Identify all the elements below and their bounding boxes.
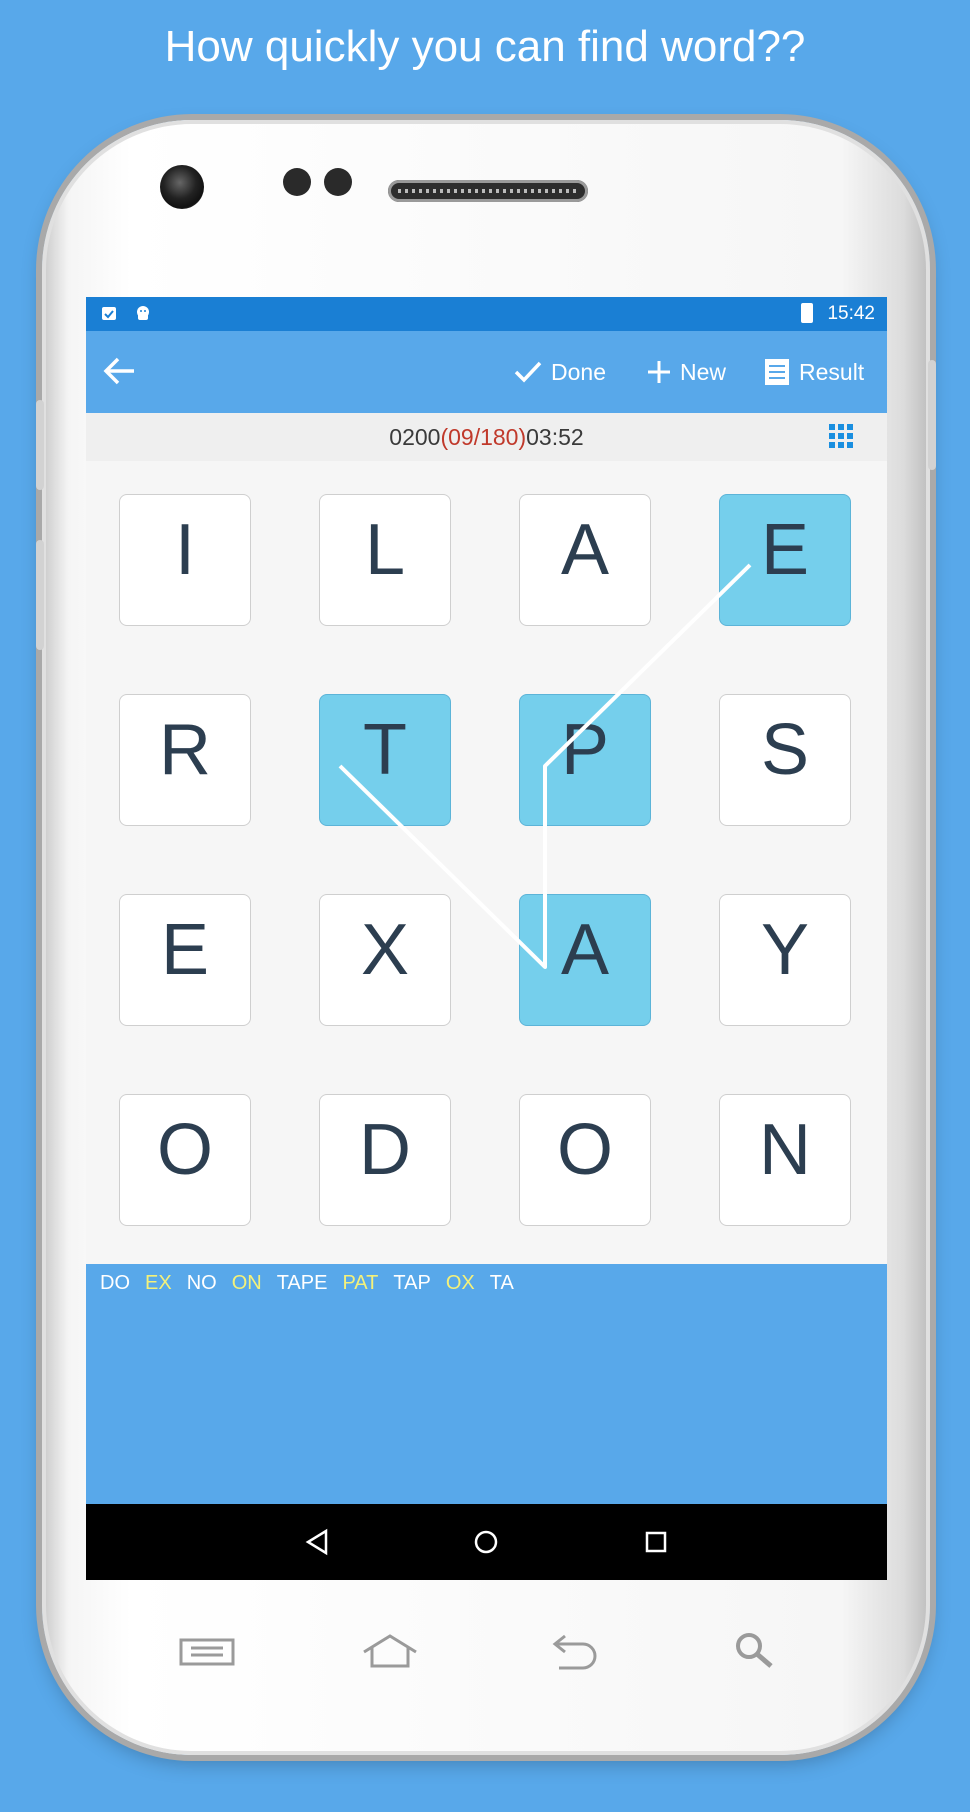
check-icon <box>514 361 542 383</box>
tile-letter: S <box>760 710 810 790</box>
arrow-left-icon[interactable] <box>100 351 140 391</box>
tile-letter: L <box>364 510 406 590</box>
letter-tile[interactable]: N <box>719 1094 851 1226</box>
android-icon <box>137 306 149 320</box>
score-bar: 0200(09/180)03:52 <box>86 413 887 461</box>
back-icon[interactable] <box>543 1630 603 1670</box>
tile-letter: R <box>159 710 211 790</box>
new-button[interactable]: New <box>646 353 726 391</box>
letter-tile[interactable]: X <box>319 894 451 1026</box>
letter-tile[interactable]: O <box>119 1094 251 1226</box>
sensor-dot <box>324 168 352 196</box>
found-word[interactable]: NO <box>187 1272 217 1295</box>
tile-letter: P <box>560 710 610 790</box>
tile-letter: E <box>760 510 810 590</box>
earpiece-speaker <box>388 180 588 202</box>
front-camera <box>160 165 204 209</box>
tile-letter: E <box>160 910 210 990</box>
found-word[interactable]: TAPE <box>277 1272 328 1295</box>
grid-icon[interactable] <box>827 422 855 450</box>
letter-board: I L A E R T P S E X A Y O D O N <box>86 461 887 1264</box>
side-button-right <box>928 360 936 470</box>
result-label: Result <box>799 358 865 385</box>
menu-icon[interactable] <box>177 1630 237 1670</box>
letter-tile[interactable]: A <box>519 894 651 1026</box>
tile-letter: O <box>156 1110 213 1190</box>
letter-tile[interactable]: I <box>119 494 251 626</box>
tile-letter: O <box>556 1110 613 1190</box>
battery-charging-icon <box>801 303 813 323</box>
letter-tile[interactable]: T <box>319 694 451 826</box>
timer-value: 03:52 <box>526 424 584 450</box>
letter-tile[interactable]: E <box>119 894 251 1026</box>
letter-tile[interactable]: A <box>519 494 651 626</box>
tile-letter: N <box>759 1110 811 1190</box>
app-toolbar: Done New Result <box>86 331 887 413</box>
receipt-icon <box>765 359 789 385</box>
found-word[interactable]: EX <box>145 1272 172 1295</box>
home-circle-icon[interactable] <box>470 1526 502 1558</box>
volume-button <box>36 400 44 490</box>
done-label: Done <box>551 358 606 385</box>
found-words-panel: DO EX NO ON TAPE PAT TAP OX TA <box>86 1264 887 1504</box>
clipboard-check-icon <box>102 307 116 320</box>
tile-letter: Y <box>760 910 810 990</box>
found-word[interactable]: OX <box>446 1272 475 1295</box>
headline: How quickly you can find word?? <box>164 22 806 71</box>
found-words-list: DO EX NO ON TAPE PAT TAP OX TA <box>100 1272 514 1295</box>
done-button[interactable]: Done <box>513 353 606 391</box>
letter-tile[interactable]: L <box>319 494 451 626</box>
found-word[interactable]: TAP <box>393 1272 430 1295</box>
power-button <box>36 540 44 650</box>
found-word[interactable]: TA <box>490 1272 514 1295</box>
letter-tile[interactable]: E <box>719 494 851 626</box>
letter-tile[interactable]: P <box>519 694 651 826</box>
found-count: (09/180) <box>440 424 527 450</box>
tile-letter: D <box>359 1110 411 1190</box>
status-time: 15:42 <box>827 303 875 324</box>
status-bar: 15:42 <box>86 297 887 331</box>
letter-tile[interactable]: O <box>519 1094 651 1226</box>
letter-tile[interactable]: S <box>719 694 851 826</box>
tile-letter: X <box>360 910 410 990</box>
letter-tile[interactable]: Y <box>719 894 851 1026</box>
tile-letter: I <box>174 510 195 590</box>
plus-icon <box>648 361 670 383</box>
tile-letter: A <box>560 510 610 590</box>
tile-letter: A <box>560 910 610 990</box>
found-word[interactable]: ON <box>232 1272 262 1295</box>
result-button[interactable]: Result <box>763 353 864 391</box>
back-triangle-icon[interactable] <box>302 1526 334 1558</box>
android-nav-bar <box>86 1504 887 1580</box>
recents-square-icon[interactable] <box>640 1526 672 1558</box>
search-icon[interactable] <box>725 1630 785 1670</box>
score-value: 0200 <box>389 424 441 450</box>
sensor-dot <box>283 168 311 196</box>
letter-tile[interactable]: D <box>319 1094 451 1226</box>
home-icon[interactable] <box>360 1630 420 1670</box>
tile-letter: T <box>363 710 407 790</box>
found-word[interactable]: PAT <box>342 1272 378 1295</box>
phone-screen: 15:42 Done New Result 0200(09/180)03:52 … <box>86 297 887 1580</box>
new-label: New <box>680 358 727 385</box>
letter-tile[interactable]: R <box>119 694 251 826</box>
score-line: 0200(09/180)03:52 <box>86 424 887 451</box>
found-word[interactable]: DO <box>100 1272 130 1295</box>
